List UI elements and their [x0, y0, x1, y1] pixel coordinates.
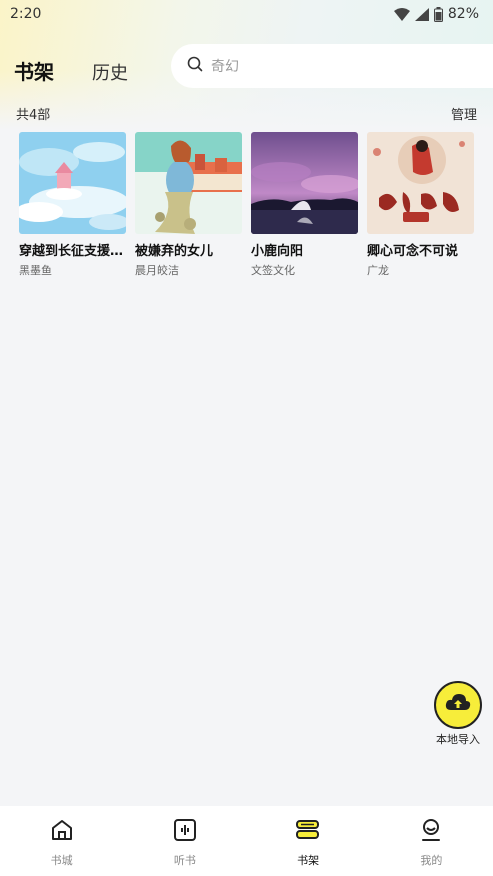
nav-item-profile[interactable]: 我的 — [370, 806, 493, 876]
battery-percent: 82% — [447, 6, 479, 22]
audio-icon — [173, 818, 197, 846]
manage-button[interactable]: 管理 — [451, 104, 477, 123]
book-title: 穿越到长征支援红军 — [19, 244, 129, 259]
local-import-label: 本地导入 — [436, 733, 480, 746]
book-item[interactable]: 穿越到长征支援红军 黑墨鱼 — [19, 132, 129, 278]
local-import-button[interactable] — [434, 681, 482, 729]
book-item[interactable]: 被嫌弃的女儿 晨月皎洁 — [135, 132, 242, 278]
profile-icon — [419, 818, 443, 846]
search-icon — [187, 56, 203, 76]
status-time: 2:20 — [10, 6, 42, 22]
status-bar: 2:20 82% — [0, 0, 493, 28]
book-author: 黑墨鱼 — [19, 264, 52, 277]
header: 书架 历史 奇幻 — [0, 44, 493, 88]
book-author: 晨月皎洁 — [135, 264, 179, 277]
bottom-navigation: 书城 听书 书架 我的 — [0, 806, 493, 876]
girl-town-cover[interactable] — [135, 132, 242, 234]
signal-icon — [414, 7, 429, 21]
nav-label: 书架 — [297, 854, 320, 867]
battery-icon — [433, 6, 443, 22]
book-title: 被嫌弃的女儿 — [135, 244, 214, 259]
book-item[interactable]: 小鹿向阳 文签文化 — [251, 132, 358, 278]
nav-label: 我的 — [420, 854, 443, 867]
nav-label: 听书 — [173, 854, 196, 867]
book-author: 文签文化 — [251, 264, 295, 277]
bookshelf-icon — [295, 818, 321, 846]
book-title: 卿心可念不可说 — [367, 244, 459, 259]
nav-item-bookstore[interactable]: 书城 — [0, 806, 123, 876]
wifi-icon — [393, 7, 410, 21]
calligraphy-cover[interactable] — [367, 132, 474, 234]
book-title: 小鹿向阳 — [251, 244, 304, 259]
book-author: 广龙 — [367, 264, 389, 277]
cloud-upload-icon — [445, 692, 471, 718]
night-deer-cover[interactable] — [251, 132, 358, 234]
home-icon — [50, 818, 74, 846]
sky-castle-cover[interactable] — [19, 132, 126, 234]
book-item[interactable]: 卿心可念不可说 广龙 — [367, 132, 474, 278]
tab-history[interactable]: 历史 — [92, 59, 128, 85]
nav-item-bookshelf[interactable]: 书架 — [247, 806, 370, 876]
tab-bookshelf[interactable]: 书架 — [14, 56, 54, 85]
nav-label: 书城 — [50, 854, 73, 867]
nav-item-audiobook[interactable]: 听书 — [123, 806, 246, 876]
status-icons: 82% — [393, 6, 479, 22]
search-placeholder: 奇幻 — [211, 59, 239, 75]
book-count: 共4部 — [16, 108, 51, 123]
search-input[interactable]: 奇幻 — [171, 44, 493, 88]
